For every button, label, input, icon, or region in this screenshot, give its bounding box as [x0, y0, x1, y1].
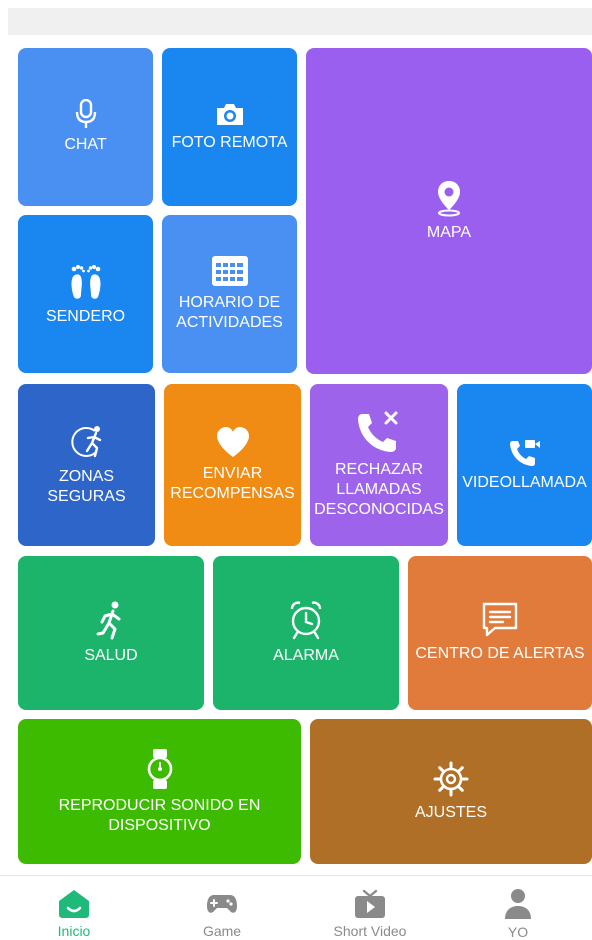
map-tile[interactable]: MAPA	[306, 48, 592, 374]
top-bar	[8, 8, 592, 35]
bottom-navigation: Inicio Game Short Video YO	[0, 875, 592, 940]
videocall-label: VIDEOLLAMADA	[462, 474, 587, 491]
runner-circle-icon	[67, 423, 107, 461]
settings-tile[interactable]: AJUSTES	[310, 719, 592, 864]
tv-play-icon	[353, 888, 387, 919]
nav-item-inicio[interactable]: Inicio	[0, 876, 148, 939]
alarm-clock-icon	[289, 600, 323, 640]
video-call-icon	[509, 437, 541, 467]
settings-label: AJUSTES	[414, 803, 487, 821]
remote-photo-tile[interactable]: FOTO REMOTA	[162, 48, 297, 206]
nav-item-game[interactable]: Game	[148, 876, 296, 939]
reject-calls-label: RECHAZAR LLAMADAS DESCONOCIDAS	[314, 461, 444, 518]
home-icon	[57, 888, 91, 919]
remote-photo-label: FOTO REMOTA	[171, 134, 288, 151]
health-label: SALUD	[84, 647, 138, 664]
map-label: MAPA	[426, 224, 472, 241]
nav-label-game: Game	[202, 923, 242, 939]
message-icon	[481, 602, 519, 638]
chat-tile[interactable]: CHAT	[18, 48, 153, 206]
nav-item-yo[interactable]: YO	[444, 876, 592, 940]
running-person-icon	[96, 600, 126, 640]
schedule-label: HORARIO DE ACTIVIDADES	[176, 294, 283, 331]
nav-label-inicio: Inicio	[57, 923, 91, 939]
gear-icon	[433, 761, 469, 797]
watch-icon	[146, 748, 174, 790]
alarm-tile[interactable]: ALARMA	[213, 556, 399, 710]
nav-label-short-video: Short Video	[333, 923, 407, 939]
alerts-label: CENTRO DE ALERTAS	[415, 645, 585, 662]
videocall-tile[interactable]: VIDEOLLAMADA	[457, 384, 592, 546]
schedule-tile[interactable]: HORARIO DE ACTIVIDADES	[162, 215, 297, 373]
alerts-tile[interactable]: CENTRO DE ALERTAS	[408, 556, 592, 710]
rewards-tile[interactable]: ENVIAR RECOMPENSAS	[164, 384, 301, 546]
nav-label-yo: YO	[507, 924, 529, 940]
safe-zones-tile[interactable]: ZONAS SEGURAS	[18, 384, 155, 546]
alarm-label: ALARMA	[273, 647, 339, 664]
rewards-label: ENVIAR RECOMPENSAS	[170, 465, 295, 502]
nav-item-short-video[interactable]: Short Video	[296, 876, 444, 939]
health-tile[interactable]: SALUD	[18, 556, 204, 710]
trail-label: SENDERO	[45, 308, 126, 325]
microphone-icon	[74, 99, 98, 129]
chat-label: CHAT	[64, 136, 107, 153]
person-icon	[501, 888, 535, 920]
play-sound-label: REPRODUCIR SONIDO EN DISPOSITIVO	[58, 796, 261, 834]
reject-calls-tile[interactable]: RECHAZAR LLAMADAS DESCONOCIDAS	[310, 384, 448, 546]
gamepad-icon	[205, 888, 239, 919]
trail-tile[interactable]: SENDERO	[18, 215, 153, 373]
play-sound-tile[interactable]: REPRODUCIR SONIDO EN DISPOSITIVO	[18, 719, 301, 864]
phone-reject-icon	[356, 410, 402, 454]
location-pin-icon	[436, 179, 462, 217]
calendar-grid-icon	[211, 255, 249, 287]
heart-icon	[215, 426, 251, 458]
footprints-icon	[66, 261, 106, 301]
safe-zones-label: ZONAS SEGURAS	[47, 468, 126, 505]
camera-icon	[215, 101, 245, 127]
